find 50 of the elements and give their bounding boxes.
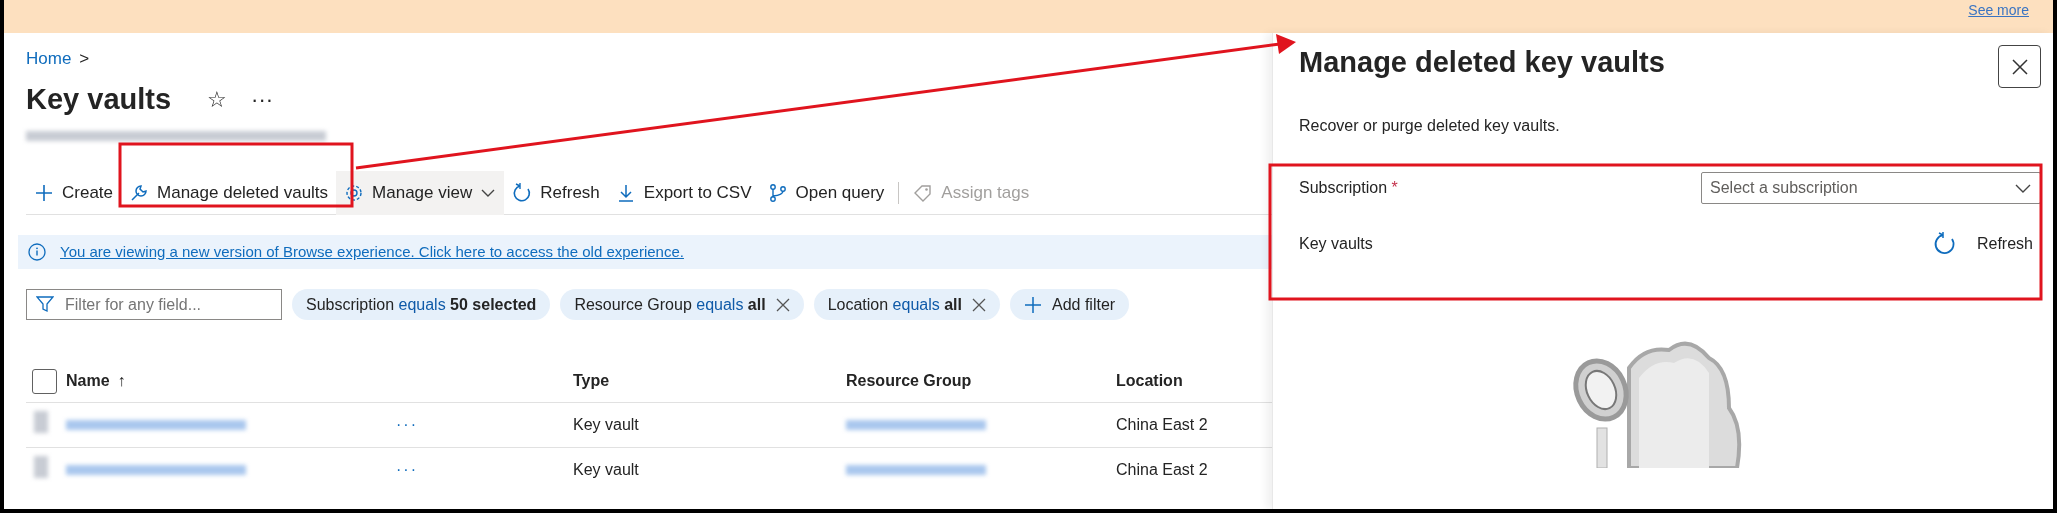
filter-pill[interactable]: Resource Group equals all	[560, 289, 804, 320]
breadcrumb-link[interactable]: Home	[26, 46, 72, 72]
field-label: Subscription *	[1299, 177, 1398, 198]
toolbar-button[interactable]: Export to CSV	[607, 170, 760, 215]
filter-pill[interactable]: Subscription equals 50 selected	[292, 289, 551, 320]
close-button[interactable]	[1998, 45, 2041, 88]
table-cell: China East 2	[1116, 416, 1208, 433]
table-cell: Key vault	[573, 416, 639, 433]
refresh-button[interactable]: Refresh	[1932, 231, 2041, 256]
more-button[interactable]: ···	[396, 461, 418, 478]
column-header[interactable]: Location	[1116, 372, 1183, 389]
remove-icon[interactable]	[972, 297, 986, 312]
more-actions[interactable]: ···	[251, 82, 274, 116]
refresh-icon	[1932, 231, 1957, 256]
branch-icon	[767, 182, 788, 203]
toolbar-button[interactable]: Open query	[759, 170, 893, 215]
add-filter-button[interactable]: Add filter	[1010, 289, 1130, 320]
column-header[interactable]: Type	[573, 372, 610, 389]
table-cell: China East 2	[1116, 461, 1208, 478]
page-title: Key vaults	[26, 81, 172, 117]
close-icon	[2010, 57, 2029, 76]
tag-icon	[913, 182, 934, 203]
breadcrumb-separator: >	[79, 48, 90, 71]
refresh-icon	[512, 182, 533, 203]
column-header[interactable]: Name	[66, 372, 110, 389]
see-more-link[interactable]: See more	[1968, 0, 2029, 21]
column-header[interactable]: Resource Group	[846, 372, 972, 389]
field-label: Key vaults	[1299, 233, 1373, 254]
toolbar-button[interactable]: Refresh	[504, 170, 608, 215]
toolbar-button[interactable]: Manage view	[336, 170, 505, 215]
subscription-dropdown[interactable]: Select a subscription	[1701, 171, 2041, 204]
plus-icon	[1024, 295, 1042, 314]
panel-title: Manage deleted key vaults	[1299, 45, 1665, 80]
plus-icon	[34, 182, 54, 203]
panel-description: Recover or purge deleted key vaults.	[1299, 115, 1561, 136]
favorite-star[interactable]: ☆	[207, 82, 228, 116]
wrench-icon	[129, 182, 150, 203]
blurred-checkbox[interactable]	[34, 455, 48, 478]
toolbar-button[interactable]: Manage deleted vaults	[121, 170, 337, 215]
more-button[interactable]: ···	[396, 416, 418, 433]
info-icon	[28, 243, 46, 261]
filter-field[interactable]: Filter for any field...	[26, 289, 282, 320]
info-link[interactable]: You are viewing a new version of Browse experience. Click here to access the old experience.	[60, 240, 684, 264]
table-cell: Key vault	[573, 461, 639, 478]
select-all-checkbox[interactable]	[32, 368, 57, 394]
blurred-checkbox[interactable]	[34, 410, 48, 433]
remove-icon[interactable]	[775, 297, 790, 312]
toolbar-button[interactable]: Create	[26, 170, 122, 215]
sort-arrow: ↑	[117, 372, 126, 389]
filter-pill[interactable]: Location equals all	[813, 289, 1000, 320]
